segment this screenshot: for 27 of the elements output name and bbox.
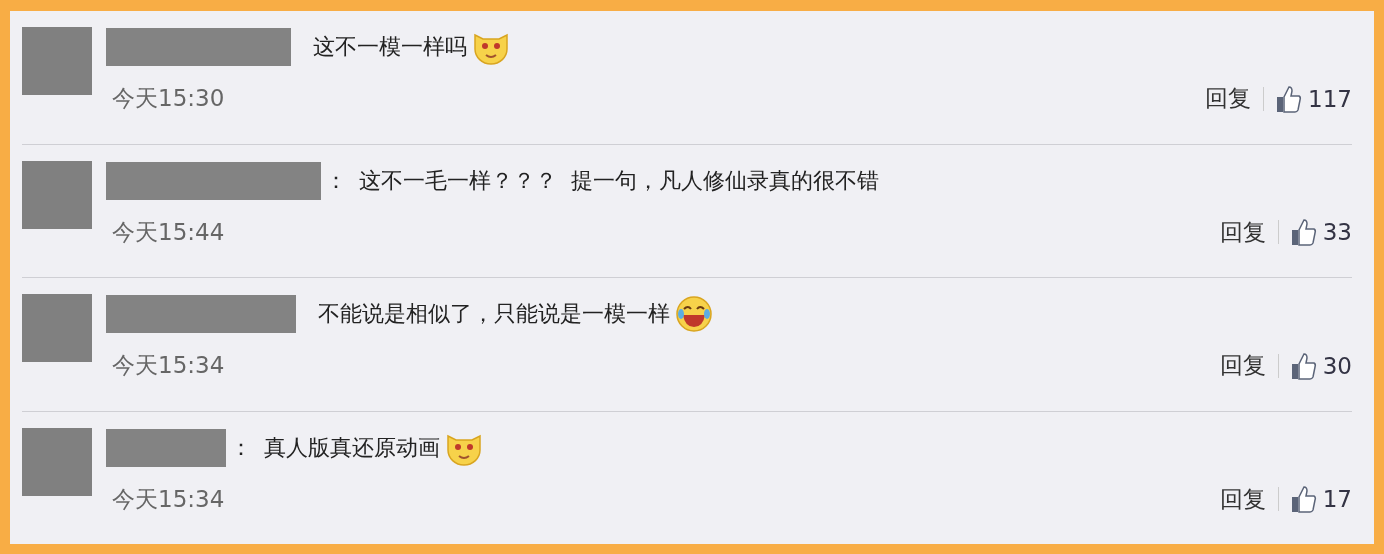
comment-text: 不能说是相似了，只能说是一模一样: [318, 300, 670, 328]
comment-text: 这不一毛一样？？？ 提一句，凡人修仙录真的很不错: [359, 166, 879, 195]
thumbs-up-icon: [1276, 84, 1303, 113]
emoji-icon: [674, 294, 714, 334]
avatar-placeholder: [22, 294, 92, 362]
like-button[interactable]: 117: [1276, 84, 1352, 113]
reply-link[interactable]: 回复: [1219, 216, 1266, 248]
avatar-placeholder: [22, 427, 92, 496]
reply-link[interactable]: 回复: [1205, 83, 1252, 114]
thumbs-up-icon: [1290, 351, 1317, 380]
like-button[interactable]: 17: [1290, 485, 1352, 513]
colon: ：: [230, 433, 252, 462]
like-button[interactable]: 33: [1290, 218, 1352, 246]
thumbs-up-icon: [1290, 218, 1317, 246]
like-button[interactable]: 30: [1290, 351, 1352, 380]
reply-link[interactable]: 回复: [1219, 350, 1266, 381]
colon: ：: [325, 166, 347, 195]
thumbs-up-icon: [1290, 485, 1317, 513]
avatar-placeholder: [22, 160, 92, 229]
comment-time: 今天15:34: [112, 351, 225, 380]
comment-text: 真人版真还原动画: [264, 433, 440, 462]
reply-link[interactable]: 回复: [1219, 483, 1266, 515]
avatar-placeholder: [22, 27, 92, 95]
comment-time: 今天15:44: [112, 217, 225, 247]
comment-time: 今天15:34: [112, 484, 225, 514]
comment-text: 这不一模一样吗: [313, 33, 467, 61]
comment-time: 今天15:30: [112, 84, 225, 113]
